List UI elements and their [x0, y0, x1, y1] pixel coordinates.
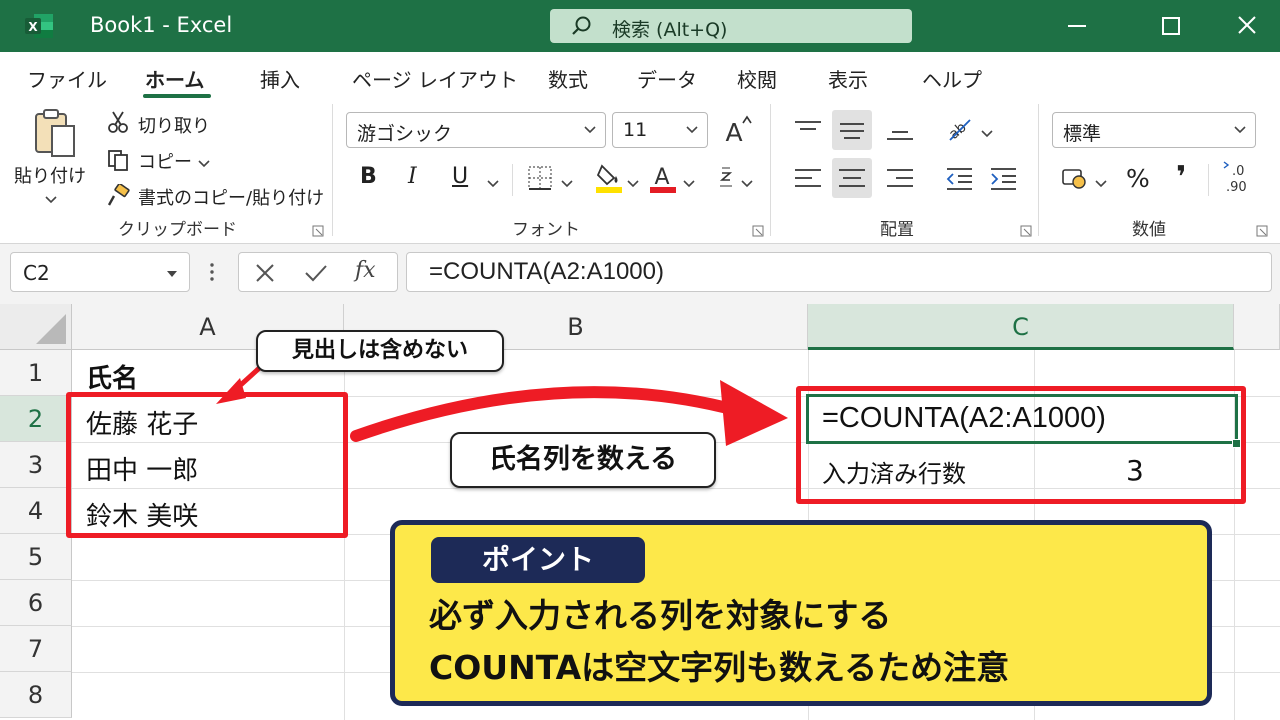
- arrow-note-callout: 氏名列を数える: [450, 432, 716, 488]
- point-line-1: 必ず入力される列を対象にする: [429, 596, 892, 635]
- point-tag: ポイント: [431, 537, 645, 583]
- point-box: ポイント 必ず入力される列を対象にする COUNTAは空文字列も数えるため注意: [390, 520, 1212, 706]
- header-note-callout: 見出しは含めない: [256, 330, 504, 372]
- curved-arrow-line: [350, 386, 741, 442]
- curved-arrow-head: [720, 380, 788, 446]
- point-line-2: COUNTAは空文字列も数えるため注意: [429, 648, 1010, 687]
